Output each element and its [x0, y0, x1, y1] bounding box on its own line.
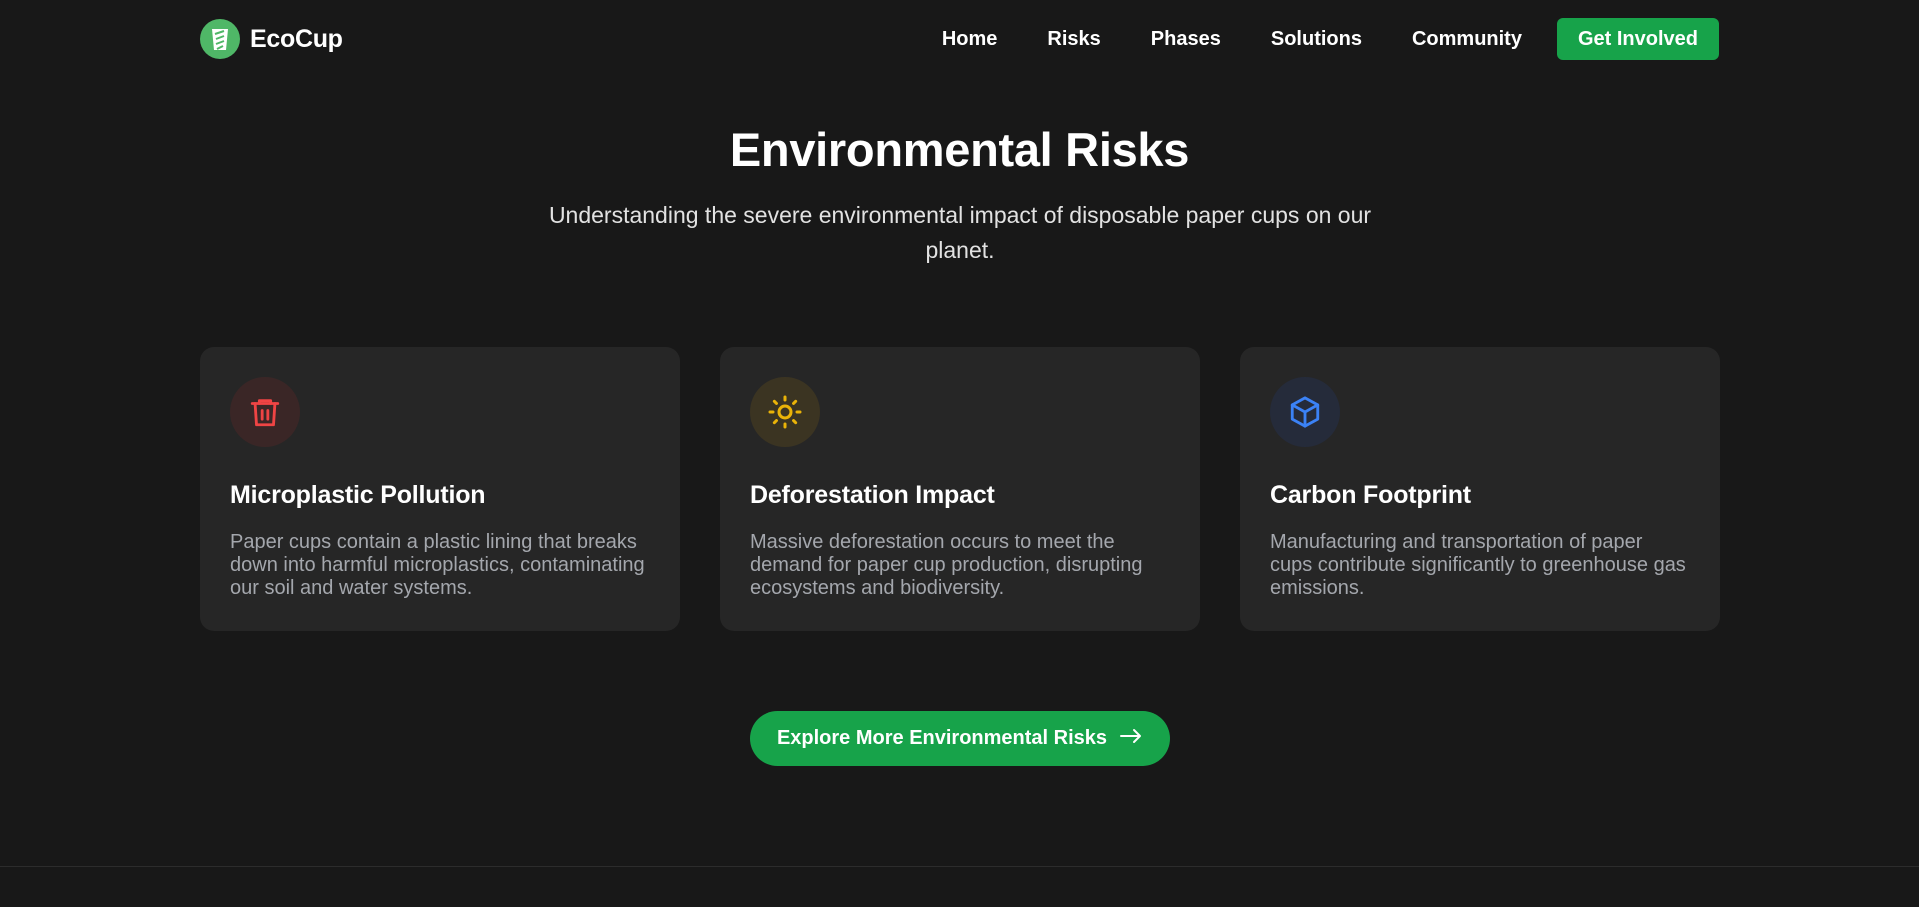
trash-icon — [230, 377, 300, 447]
site-header: EcoCup Home Risks Phases Solutions Commu… — [200, 0, 1719, 78]
risk-card-microplastic: Microplastic Pollution Paper cups contai… — [200, 347, 680, 631]
card-text: Paper cups contain a plastic lining that… — [230, 531, 645, 599]
nav-risks[interactable]: Risks — [1047, 28, 1100, 51]
cube-icon — [1270, 377, 1340, 447]
footer-divider — [0, 866, 1919, 867]
explore-risks-button[interactable]: Explore More Environmental Risks — [750, 711, 1170, 766]
page-title: Environmental Risks — [729, 123, 1190, 176]
arrow-right-icon — [1119, 727, 1143, 750]
risk-card-deforestation: Deforestation Impact Massive deforestati… — [720, 347, 1200, 631]
nav-solutions[interactable]: Solutions — [1271, 28, 1362, 51]
card-title: Deforestation Impact — [750, 481, 995, 509]
card-text: Manufacturing and transportation of pape… — [1270, 531, 1686, 599]
page: EcoCup Home Risks Phases Solutions Commu… — [0, 0, 1919, 907]
page-subtitle: Understanding the severe environmental i… — [548, 202, 1372, 263]
card-text: Massive deforestation occurs to meet the… — [750, 531, 1143, 599]
risk-cards: Microplastic Pollution Paper cups contai… — [200, 347, 1721, 631]
nav-community[interactable]: Community — [1412, 28, 1522, 51]
risk-card-carbon: Carbon Footprint Manufacturing and trans… — [1240, 347, 1720, 631]
card-title: Microplastic Pollution — [230, 481, 486, 509]
get-involved-button[interactable]: Get Involved — [1556, 18, 1719, 60]
sun-icon — [750, 377, 820, 447]
brand[interactable]: EcoCup — [200, 19, 343, 59]
brand-name: EcoCup — [250, 24, 343, 53]
cup-icon — [200, 19, 240, 59]
nav-home[interactable]: Home — [942, 28, 998, 51]
nav-phases[interactable]: Phases — [1151, 28, 1221, 51]
card-title: Carbon Footprint — [1270, 481, 1471, 509]
explore-label: Explore More Environmental Risks — [776, 727, 1108, 749]
main-nav: Home Risks Phases Solutions Community Ge… — [942, 18, 1719, 60]
